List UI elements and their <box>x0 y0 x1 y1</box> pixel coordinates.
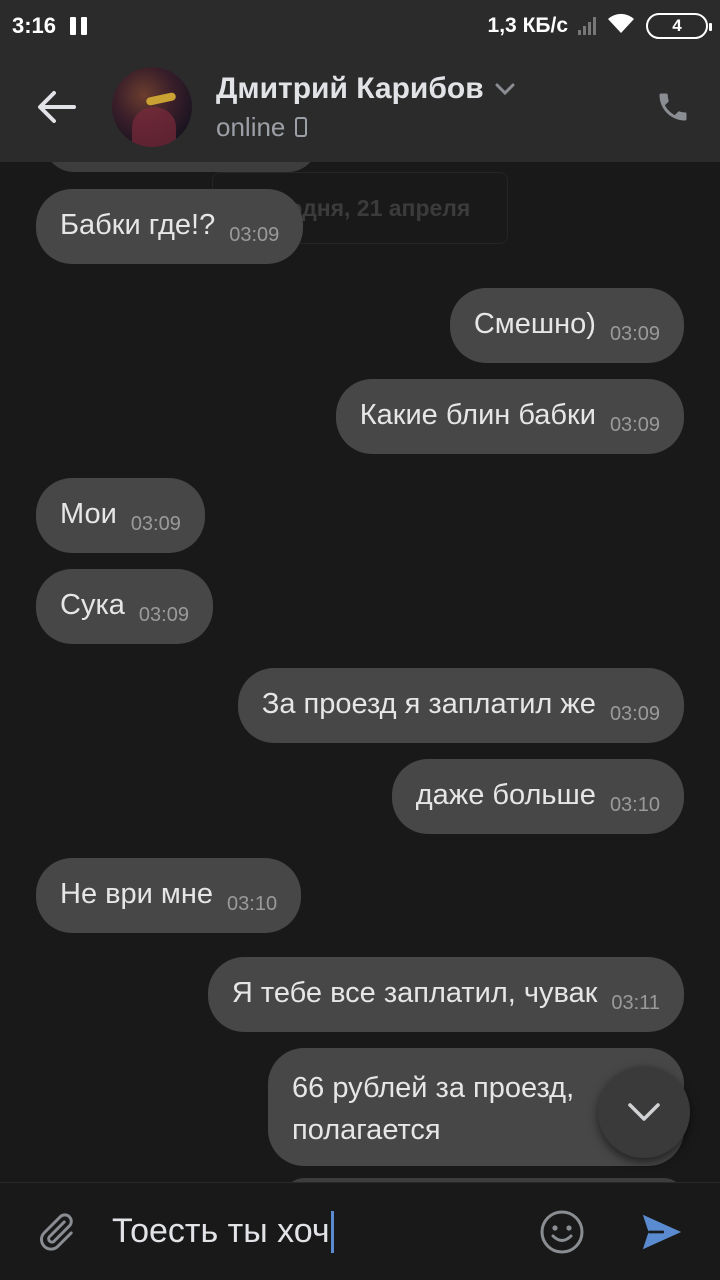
send-icon <box>642 1214 682 1249</box>
message-text: Мои <box>60 498 117 530</box>
signal-icon <box>578 17 596 35</box>
mobile-device-icon <box>295 117 308 137</box>
pause-icon <box>70 17 88 35</box>
chevron-down-icon <box>628 1103 660 1121</box>
network-speed: 1,3 КБ/с <box>487 14 568 37</box>
attach-icon <box>40 1212 73 1251</box>
message-bubble-outgoing[interactable]: Я тебе все заплатил, чувак 03:11 <box>207 957 684 1032</box>
message-bubble-outgoing[interactable]: За проезд я заплатил же 03:09 <box>237 668 684 743</box>
status-time: 3:16 <box>12 13 57 38</box>
message-time: 03:09 <box>229 224 280 246</box>
message-time: 03:10 <box>609 794 660 816</box>
phone-icon <box>659 93 687 121</box>
message-composer: Тоесть ты хоч <box>0 1182 720 1280</box>
emoji-button[interactable] <box>532 1202 592 1262</box>
message-time: 03:11 <box>611 992 660 1014</box>
message-text: За проезд я заплатил же <box>261 688 596 720</box>
peer-name: Дмитрий Карибов <box>216 71 484 105</box>
message-text: Не ври мне <box>60 878 214 910</box>
message-time: 03:09 <box>609 703 660 725</box>
battery-level: 4 <box>672 16 682 35</box>
message-bubble-partial <box>44 162 318 172</box>
status-bar: 3:16 1,3 КБ/с 4 <box>0 0 720 52</box>
battery-icon: 4 <box>646 13 712 39</box>
call-button[interactable] <box>648 82 698 132</box>
status-right: 1,3 КБ/с 4 <box>487 11 712 41</box>
message-bubble-incoming[interactable]: Бабки где!? 03:09 <box>36 189 304 264</box>
message-bubble-incoming[interactable]: Не ври мне 03:10 <box>36 858 302 933</box>
chat-header: Дмитрий Карибов online <box>0 52 720 162</box>
message-bubble-incoming[interactable]: Сука 03:09 <box>36 569 213 644</box>
text-caret <box>330 1210 334 1253</box>
message-bubble-outgoing[interactable]: Какие блин бабки 03:09 <box>335 379 684 454</box>
back-button[interactable] <box>0 52 112 162</box>
message-time: 03:09 <box>138 604 189 626</box>
peer-info[interactable]: Дмитрий Карибов online <box>216 72 516 143</box>
avatar[interactable] <box>112 67 192 147</box>
chevron-down-icon <box>495 83 515 95</box>
scroll-down-button[interactable] <box>598 1066 690 1158</box>
message-text: Смешно) <box>473 308 596 340</box>
message-text: Бабки где!? <box>60 209 216 241</box>
message-feed[interactable]: Сегодня, 21 апреля Бабки где!? 03:09 Смеш… <box>0 162 720 1182</box>
message-time: 03:10 <box>227 893 278 915</box>
message-time: 03:09 <box>609 323 660 345</box>
message-text: Сука <box>60 589 125 621</box>
send-button[interactable] <box>632 1202 692 1262</box>
message-time: 03:09 <box>130 513 181 535</box>
back-arrow-icon <box>38 91 76 123</box>
peer-status: online <box>216 111 286 142</box>
message-time: 03:09 <box>609 414 660 436</box>
wifi-icon <box>606 11 636 41</box>
message-bubble-outgoing[interactable]: Смешно) 03:09 <box>449 288 684 363</box>
message-bubble-outgoing[interactable]: даже больше 03:10 <box>391 759 684 834</box>
message-text: Я тебе все заплатил, чувак <box>231 977 598 1009</box>
message-bubble-incoming[interactable]: Мои 03:09 <box>36 478 205 553</box>
attach-button[interactable] <box>0 1183 112 1280</box>
message-text: Какие блин бабки <box>359 399 596 431</box>
message-input-text: Тоесть ты хоч <box>112 1212 330 1250</box>
emoji-icon <box>540 1210 584 1253</box>
message-text: даже больше <box>415 779 596 811</box>
message-input[interactable]: Тоесть ты хоч <box>112 1183 532 1280</box>
